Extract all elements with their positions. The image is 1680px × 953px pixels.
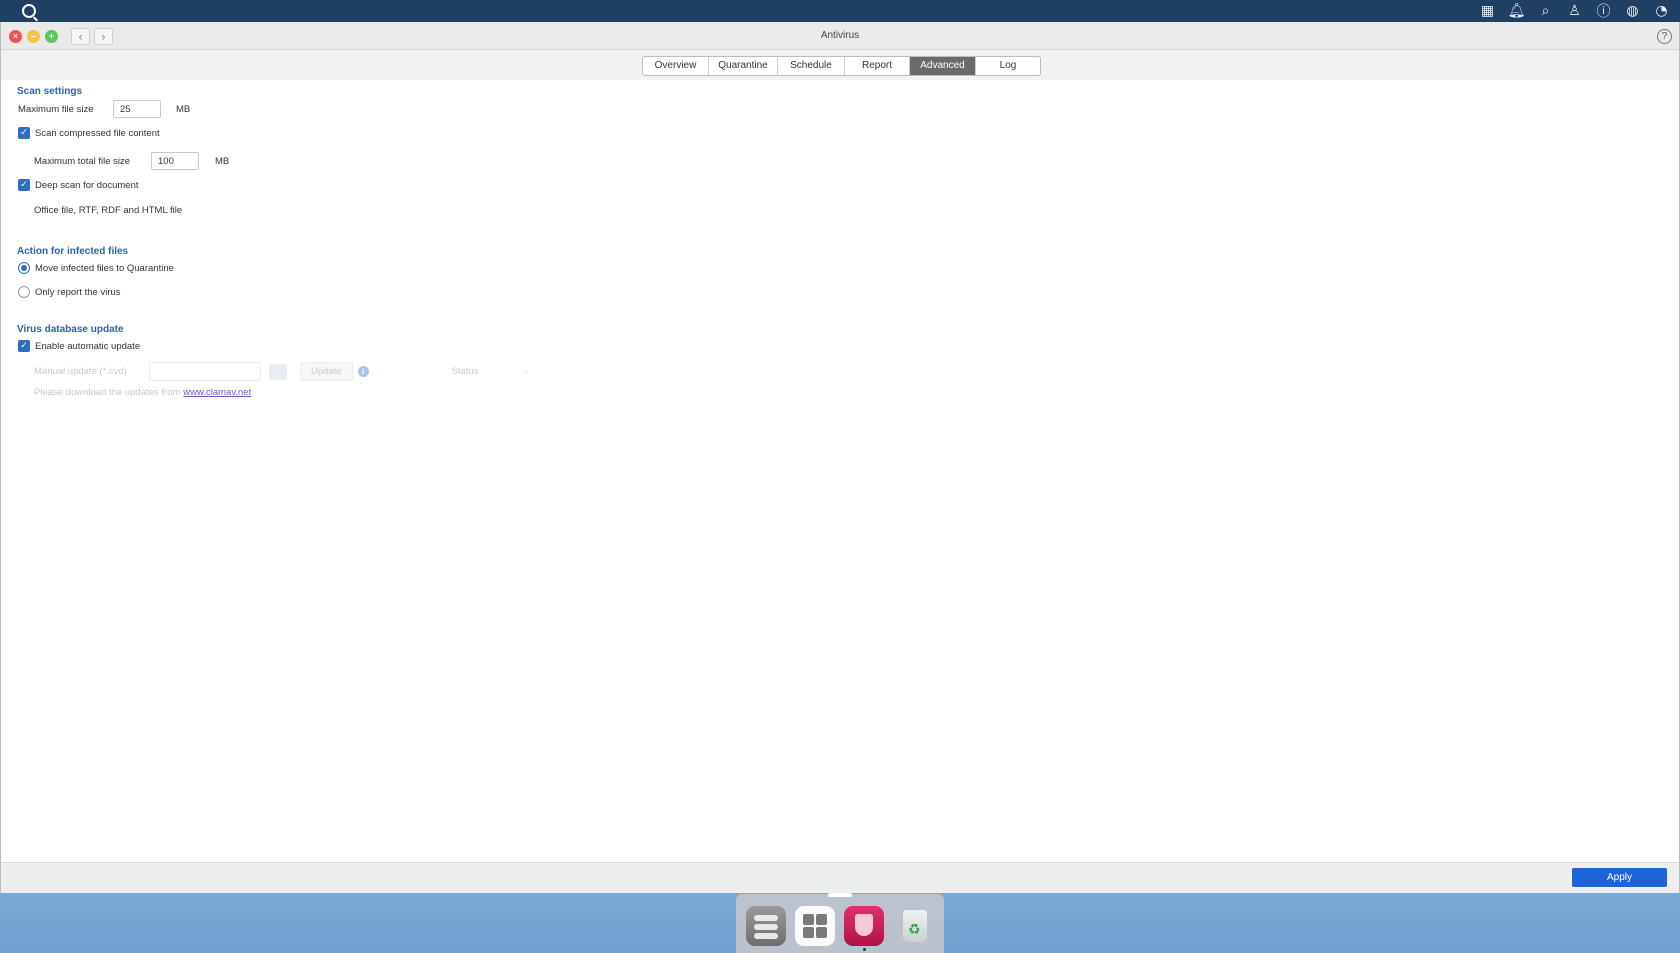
scan-settings-heading: Scan settings [17, 86, 83, 97]
status-label: Status [451, 366, 479, 377]
dashboard-icon[interactable]: ◔ [1653, 3, 1670, 20]
tab-overview[interactable]: Overview [643, 57, 709, 75]
globe-icon[interactable]: ◍ [1624, 3, 1641, 20]
manual-update-file-input[interactable] [149, 362, 261, 381]
only-report-label: Only report the virus [35, 286, 121, 298]
tab-schedule[interactable]: Schedule [778, 57, 845, 75]
dock-handle[interactable] [828, 893, 852, 897]
folder-icon[interactable] [269, 363, 287, 380]
auto-update-checkbox[interactable]: ✓ [18, 340, 30, 352]
only-report-radio[interactable] [18, 286, 30, 298]
tab-quarantine[interactable]: Quarantine [709, 57, 778, 75]
clamav-link[interactable]: www.clamav.net [183, 387, 251, 398]
move-quarantine-radio[interactable] [18, 262, 30, 274]
antivirus-shield-icon[interactable] [844, 906, 884, 946]
storage-manager-icon[interactable] [746, 906, 786, 946]
antivirus-window: × – + ‹ › Antivirus ? Overview Quarantin… [0, 22, 1680, 893]
move-quarantine-label: Move infected files to Quarantine [35, 262, 174, 274]
auto-update-label: Enable automatic update [35, 340, 141, 352]
tab-log[interactable]: Log [976, 57, 1040, 75]
advanced-settings-panel: Scan settings Maximum file size MB ✓ Sca… [1, 80, 1679, 861]
max-file-size-label: Maximum file size [18, 103, 94, 115]
recycle-bin-icon[interactable]: ♻ [894, 906, 934, 946]
app-center-icon[interactable] [795, 906, 835, 946]
info-icon[interactable]: i [357, 366, 369, 377]
status-value: - [524, 366, 528, 377]
scan-compressed-checkbox[interactable]: ✓ [18, 127, 30, 139]
deep-scan-checkbox[interactable]: ✓ [18, 179, 30, 191]
search-icon[interactable]: ⌕ [1537, 3, 1554, 20]
max-total-size-label: Maximum total file size [34, 155, 131, 167]
max-total-size-unit: MB [215, 155, 230, 167]
user-icon[interactable]: ♙ [1566, 3, 1583, 20]
apps-grid-icon[interactable]: ▦ [1479, 3, 1496, 20]
max-file-size-input[interactable] [113, 100, 161, 118]
system-top-bar: ▦ 🔔︎ ⌕ ♙ ⓘ ◍ ◔ [0, 0, 1680, 22]
deep-scan-note: Office file, RTF, RDF and HTML file [34, 205, 183, 216]
tab-bar: Overview Quarantine Schedule Report Adva… [1, 50, 1679, 80]
tab-advanced[interactable]: Advanced [910, 57, 976, 75]
window-help-icon[interactable]: ? [1657, 29, 1672, 44]
update-button[interactable]: Update [300, 362, 353, 381]
window-title: Antivirus [820, 30, 860, 41]
manual-update-label: Manual update (*.cvd) [34, 366, 127, 377]
window-footer: Apply [1, 862, 1679, 893]
scan-compressed-label: Scan compressed file content [35, 127, 160, 139]
virus-db-heading: Virus database update [17, 324, 124, 335]
max-file-size-unit: MB [176, 103, 191, 115]
deep-scan-label: Deep scan for document [35, 179, 139, 191]
tab-report[interactable]: Report [845, 57, 910, 75]
bell-icon[interactable]: 🔔︎ [1508, 3, 1526, 20]
max-total-size-input[interactable] [151, 152, 199, 170]
download-note: Please download the updates from [34, 387, 181, 398]
dock: ♻ [736, 893, 944, 953]
action-heading: Action for infected files [17, 246, 129, 257]
main-menu-logo-icon[interactable] [22, 4, 36, 18]
running-indicator [863, 948, 866, 951]
apply-button[interactable]: Apply [1572, 868, 1667, 887]
help-icon[interactable]: ⓘ [1595, 3, 1612, 20]
window-titlebar: × – + ‹ › Antivirus ? [1, 22, 1679, 50]
